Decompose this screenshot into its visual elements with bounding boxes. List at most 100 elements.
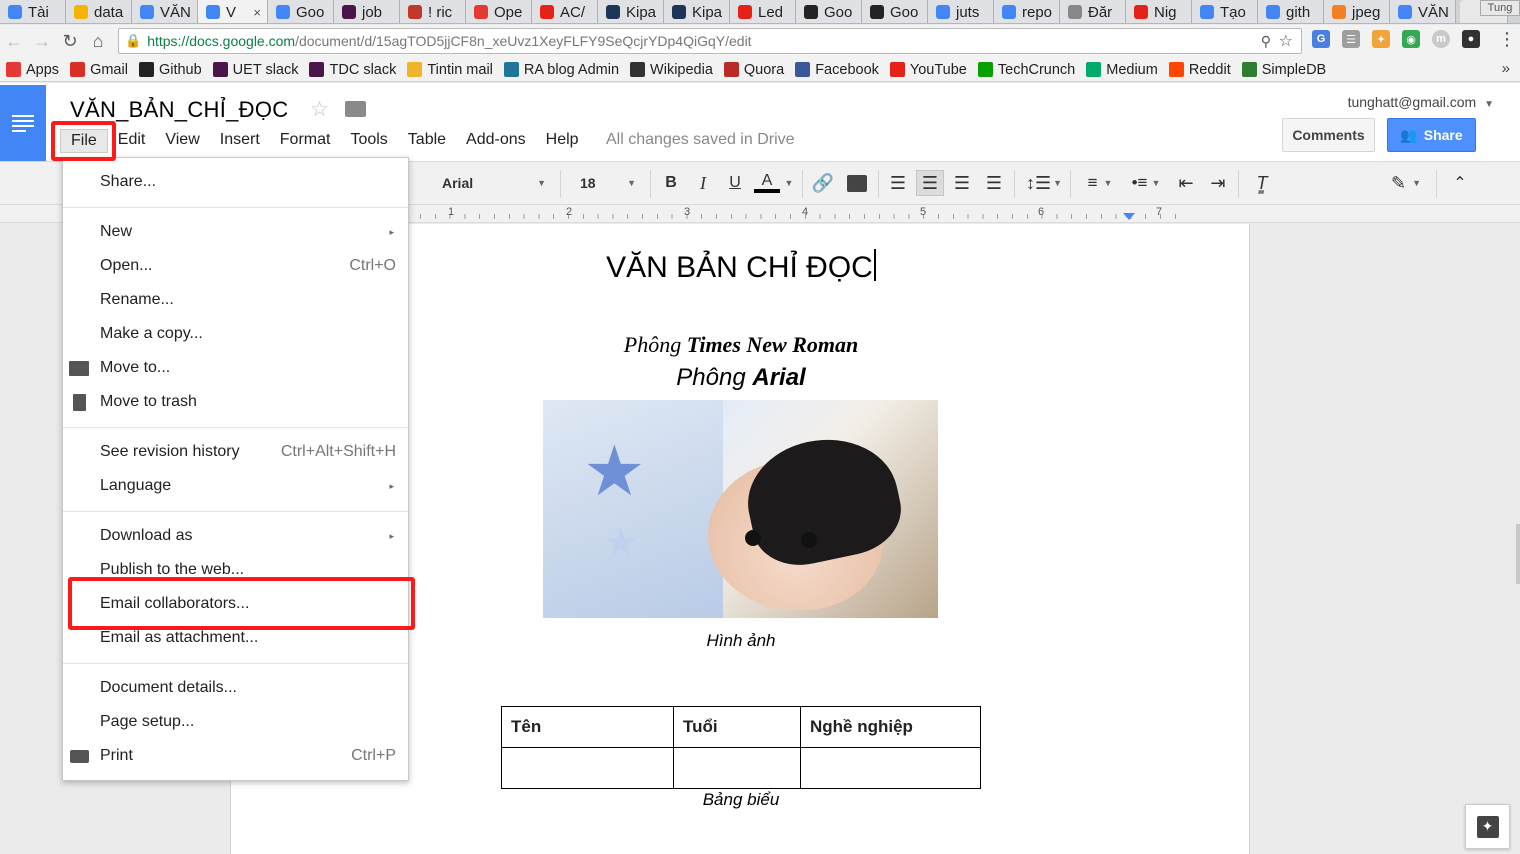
browser-tab[interactable]: Ope (466, 0, 532, 23)
file-menu-item-download-as[interactable]: Download as ▸ (63, 519, 408, 553)
browser-tab[interactable]: job (334, 0, 400, 23)
browser-tab[interactable]: Goo (268, 0, 334, 23)
file-menu-item-print[interactable]: Print Ctrl+P (63, 739, 408, 773)
browser-tab[interactable]: jpeg (1324, 0, 1390, 23)
account-email[interactable]: tunghatt@gmail.com ▼ (1348, 94, 1494, 110)
file-menu-item-open[interactable]: Open... Ctrl+O (63, 249, 408, 283)
file-menu-item-language[interactable]: Language ▸ (63, 469, 408, 503)
translate-extension-icon[interactable]: G (1312, 30, 1330, 48)
bookmark-item[interactable]: Medium (1086, 62, 1158, 78)
document-title[interactable]: VĂN_BẢN_CHỈ_ĐỌC (70, 97, 288, 123)
decrease-indent-icon[interactable]: ⇤ (1174, 170, 1198, 196)
browser-tab[interactable]: Kipa (598, 0, 664, 23)
bookmark-item[interactable]: TechCrunch (977, 62, 1075, 78)
bold-button[interactable]: B (660, 170, 682, 196)
browser-tab[interactable]: Tài (0, 0, 66, 23)
browser-tab[interactable]: AC/ (532, 0, 598, 23)
bookmark-item[interactable]: YouTube (889, 62, 967, 78)
line-spacing-icon[interactable]: ↕☰ ▼ (1024, 170, 1064, 196)
document-table[interactable]: Tên Tuổi Nghề nghiệp (501, 706, 981, 789)
table-header-cell[interactable]: Tên (501, 706, 674, 748)
comment-icon[interactable] (844, 170, 870, 196)
menu-tools[interactable]: Tools (340, 129, 397, 153)
browser-tab[interactable]: VĂN (1390, 0, 1456, 23)
browser-tab[interactable]: Led (730, 0, 796, 23)
close-tab-icon[interactable]: × (253, 5, 261, 20)
bookmark-item[interactable]: Github (138, 62, 202, 78)
align-left-icon[interactable]: ☰ (886, 170, 910, 196)
puzzle-extension-icon[interactable]: ✦ (1372, 30, 1390, 48)
underline-button[interactable]: U (724, 170, 746, 196)
table-caption[interactable]: Bảng biểu (231, 790, 1251, 810)
comments-button[interactable]: Comments (1282, 118, 1375, 152)
table-cell[interactable] (800, 747, 981, 789)
bulleted-list-icon[interactable]: •≡ ▼ (1126, 170, 1166, 196)
baby-photo[interactable]: ★ ★ (543, 400, 938, 618)
browser-tab[interactable]: ! ric (400, 0, 466, 23)
browser-tab[interactable]: Tạo (1192, 0, 1258, 23)
bookmark-item[interactable]: Gmail (70, 62, 128, 78)
bookmark-item[interactable]: TDC slack (309, 62, 396, 78)
chrome-menu-icon[interactable]: ⋮ (1498, 29, 1516, 50)
editing-mode-pencil-icon[interactable]: ✎ ▼ (1388, 170, 1424, 196)
browser-tab[interactable]: Nig (1126, 0, 1192, 23)
reload-icon[interactable]: ↻ (56, 28, 84, 56)
m-extension-icon[interactable]: m (1432, 30, 1450, 48)
file-menu-item-move-to[interactable]: Move to... (63, 351, 408, 385)
clear-formatting-icon[interactable]: T̳ (1250, 170, 1274, 196)
file-menu-item-new[interactable]: New ▸ (63, 215, 408, 249)
increase-indent-icon[interactable]: ⇥ (1206, 170, 1230, 196)
bookmark-item[interactable]: Quora (723, 62, 784, 78)
file-menu-item-rename[interactable]: Rename... (63, 283, 408, 317)
table-header-cell[interactable]: Tuổi (673, 706, 801, 748)
docs-home-icon[interactable] (0, 85, 46, 161)
bookmarks-overflow-icon[interactable]: » (1502, 60, 1510, 77)
file-menu-item-move-to-trash[interactable]: Move to trash (63, 385, 408, 419)
menu-insert[interactable]: Insert (210, 129, 270, 153)
collapse-menus-icon[interactable]: ⌃ (1448, 170, 1472, 196)
explore-icon[interactable]: ✦ (1465, 804, 1510, 849)
menu-table[interactable]: Table (398, 129, 456, 153)
font-size-select[interactable]: 18 ▼ (580, 170, 640, 196)
stack-extension-icon[interactable]: ☰ (1342, 30, 1360, 48)
table-cell[interactable] (673, 747, 801, 789)
table-header-cell[interactable]: Nghề nghiệp (800, 706, 981, 748)
font-select[interactable]: Arial ▼ (442, 170, 550, 196)
file-menu-item-share[interactable]: Share... (63, 165, 408, 199)
browser-tab[interactable]: Goo (796, 0, 862, 23)
chrome-extension-icon[interactable]: ◉ (1402, 30, 1420, 48)
bookmark-item[interactable]: UET slack (212, 62, 298, 78)
italic-button[interactable]: I (692, 170, 714, 196)
text-color-button[interactable]: A (752, 170, 782, 196)
browser-profile-button[interactable]: Tung (1480, 0, 1520, 16)
browser-tab[interactable]: VĂN (132, 0, 198, 23)
incognito-extension-icon[interactable]: ● (1462, 30, 1480, 48)
browser-tab[interactable]: gith (1258, 0, 1324, 23)
menu-format[interactable]: Format (270, 129, 341, 153)
bookmark-item[interactable]: Tintin mail (407, 62, 493, 78)
file-menu-item-see-revision-history[interactable]: See revision history Ctrl+Alt+Shift+H (63, 435, 408, 469)
file-menu-item-document-details[interactable]: Document details... (63, 671, 408, 705)
browser-tab[interactable]: repo (994, 0, 1060, 23)
address-bar[interactable]: 🔒 https://docs.google.com/document/d/15a… (118, 28, 1302, 54)
zoom-icon[interactable]: ⚲ (1261, 33, 1271, 50)
scrollbar-thumb[interactable] (1516, 524, 1520, 584)
menu-view[interactable]: View (155, 129, 209, 153)
home-icon[interactable]: ⌂ (84, 28, 112, 56)
align-center-icon[interactable]: ☰ (916, 170, 944, 196)
forward-icon[interactable]: → (28, 28, 56, 56)
browser-tab[interactable]: data (66, 0, 132, 23)
menu-help[interactable]: Help (536, 129, 589, 153)
move-folder-icon[interactable] (345, 101, 366, 117)
chevron-down-icon[interactable]: ▼ (784, 170, 794, 196)
table-cell[interactable] (501, 747, 674, 789)
bookmark-item[interactable]: Apps (6, 62, 59, 78)
bookmark-item[interactable]: RA blog Admin (503, 62, 619, 78)
file-menu-item-page-setup[interactable]: Page setup... (63, 705, 408, 739)
share-button[interactable]: 👥 Share (1387, 118, 1476, 152)
bookmark-item[interactable]: Reddit (1168, 62, 1231, 78)
bookmark-item[interactable]: Wikipedia (630, 62, 713, 78)
star-document-icon[interactable]: ☆ (310, 97, 329, 122)
back-icon[interactable]: ← (0, 28, 28, 56)
menu-addons[interactable]: Add-ons (456, 129, 536, 153)
